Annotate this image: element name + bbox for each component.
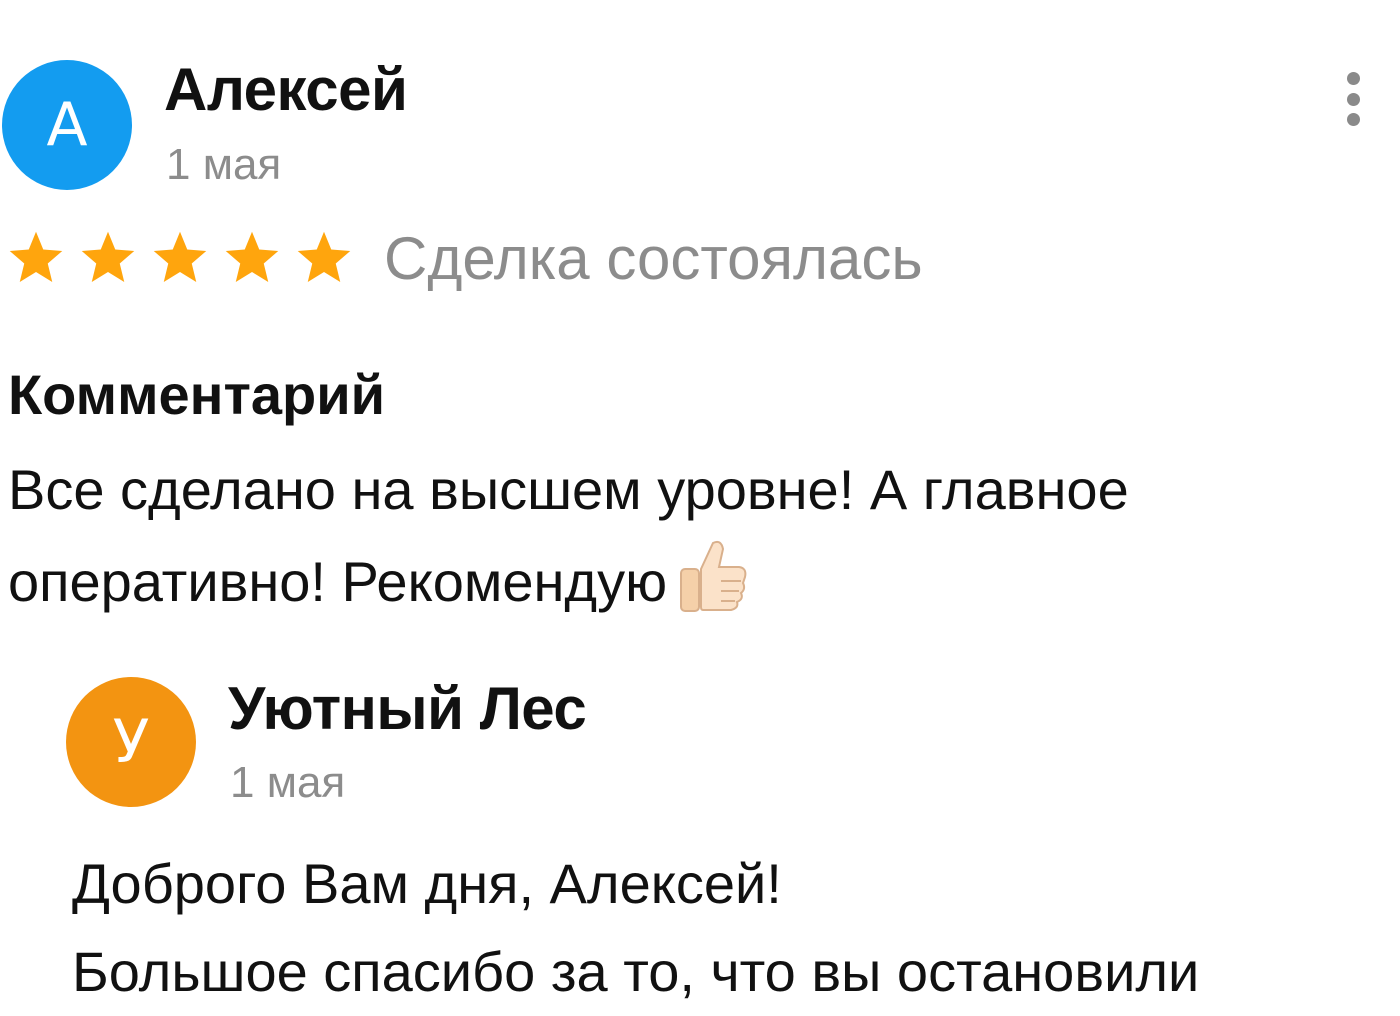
more-vertical-icon-dot	[1346, 92, 1360, 106]
comment-text: Все сделано на высшем уровне! А главное …	[8, 445, 1348, 641]
thumbs-up-icon	[671, 535, 751, 641]
review-date: 1 мая	[166, 140, 282, 189]
reply-text: Доброго Вам дня, Алексей! Большое спасиб…	[72, 840, 1392, 1016]
reviewer-name[interactable]: Алексей	[164, 55, 408, 124]
reply-date: 1 мая	[230, 758, 346, 807]
comment-body: Все сделано на высшем уровне! А главное …	[8, 458, 1129, 613]
deal-status: Сделка состоялась	[384, 224, 923, 292]
star-icon	[153, 231, 207, 282]
more-vertical-icon-dot	[1346, 113, 1360, 126]
more-vertical-icon	[1346, 72, 1360, 85]
replier-name[interactable]: Уютный Лес	[228, 674, 587, 743]
more-options-button[interactable]	[1330, 66, 1376, 132]
star-icon	[297, 231, 351, 282]
reply-line: Большое спасибо за то, что вы остановили	[72, 940, 1200, 1003]
star-icon	[81, 231, 135, 282]
reviewer-avatar[interactable]: А	[2, 60, 132, 190]
replier-avatar[interactable]: У	[66, 677, 196, 807]
rating-row: Сделка состоялась	[6, 218, 923, 298]
reply-line: Доброго Вам дня, Алексей!	[72, 852, 782, 915]
comment-heading: Комментарий	[8, 363, 386, 426]
star-icon	[9, 231, 63, 282]
star-rating	[6, 228, 366, 288]
star-icon	[225, 231, 279, 282]
